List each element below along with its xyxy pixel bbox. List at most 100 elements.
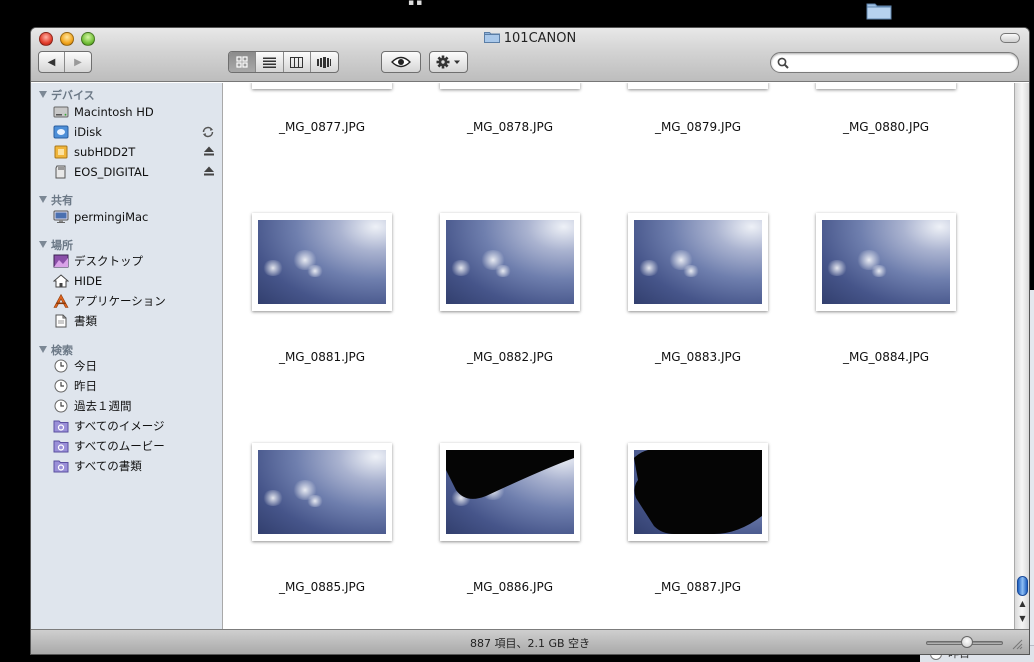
sidebar-item-label: 過去１週間 xyxy=(74,399,132,413)
sidebar-item-label: Macintosh HD xyxy=(74,105,154,119)
photo-sky xyxy=(446,220,574,304)
smart-folder-icon xyxy=(53,438,69,454)
thumbnail-cut[interactable] xyxy=(440,83,580,89)
back-arrow-icon: ◀ xyxy=(47,56,56,68)
column-view-button[interactable] xyxy=(284,52,311,72)
sidebar-item-past-week[interactable]: 過去１週間 xyxy=(53,397,221,415)
scroll-up-arrow-icon[interactable]: ▲ xyxy=(1017,598,1028,610)
sidebar-section-shared[interactable]: 共有 xyxy=(39,192,73,207)
list-view-icon xyxy=(262,57,276,68)
sidebar-item-label: すべてのムービー xyxy=(74,439,165,453)
sidebar-item-permingimac[interactable]: permingiMac xyxy=(53,208,221,226)
icon-view-button[interactable] xyxy=(229,52,257,72)
window-title-text: 101CANON xyxy=(503,31,577,46)
sidebar-item-eos-digital[interactable]: EOS_DIGITAL xyxy=(53,163,221,181)
sidebar: デバイス Macintosh HD iDisk subHDD2T EOS_DIG… xyxy=(31,83,223,629)
file-icon-grid[interactable]: _MG_0877.JPG _MG_0878.JPG _MG_0879.JPG _… xyxy=(224,83,1014,629)
thumbnail[interactable] xyxy=(628,213,768,311)
sidebar-item-subhdd2t[interactable]: subHDD2T xyxy=(53,143,221,161)
status-text: 887 項目、2.1 GB 空き xyxy=(469,637,591,650)
disclosure-triangle-icon xyxy=(39,346,47,353)
sidebar-item-all-images[interactable]: すべてのイメージ xyxy=(53,417,221,435)
thumbnail-cut[interactable] xyxy=(628,83,768,89)
imac-icon xyxy=(53,209,69,225)
coverflow-view-button[interactable] xyxy=(311,52,338,72)
thumbnail[interactable] xyxy=(816,213,956,311)
external-drive-icon xyxy=(53,144,69,160)
resize-grip-icon[interactable] xyxy=(1011,638,1023,650)
folder-icon xyxy=(483,32,500,43)
sidebar-item-label: EOS_DIGITAL xyxy=(74,165,149,179)
thumbnail[interactable] xyxy=(440,213,580,311)
home-icon xyxy=(53,273,69,289)
sidebar-section-devices[interactable]: デバイス xyxy=(39,87,95,102)
thumbnail[interactable] xyxy=(252,443,392,541)
sidebar-item-today[interactable]: 今日 xyxy=(53,357,221,375)
sidebar-section-places[interactable]: 場所 xyxy=(39,237,73,252)
back-button[interactable]: ◀ xyxy=(39,52,66,72)
sidebar-item-macintosh-hd[interactable]: Macintosh HD xyxy=(53,103,221,121)
list-view-button[interactable] xyxy=(256,52,284,72)
disclosure-triangle-icon xyxy=(39,91,47,98)
idisk-icon xyxy=(53,124,69,140)
file-name: _MG_0881.JPG xyxy=(278,350,366,364)
sidebar-item-documents[interactable]: 書類 xyxy=(53,312,221,330)
clock-icon xyxy=(53,398,69,414)
coverflow-view-icon xyxy=(317,56,332,68)
thumbnail[interactable] xyxy=(252,213,392,311)
applications-icon xyxy=(53,293,69,309)
smart-folder-icon xyxy=(53,458,69,474)
sidebar-item-label: すべてのイメージ xyxy=(74,419,165,433)
sidebar-item-label: permingiMac xyxy=(74,210,149,224)
sidebar-item-label: iDisk xyxy=(74,125,102,139)
sync-icon[interactable] xyxy=(201,125,215,142)
eject-icon[interactable] xyxy=(203,145,215,160)
thumbnail-cut[interactable] xyxy=(816,83,956,89)
file-name: _MG_0877.JPG xyxy=(278,120,366,134)
photo-sky xyxy=(258,450,386,534)
sidebar-item-label: すべての書類 xyxy=(74,459,142,473)
thumbnail[interactable] xyxy=(628,443,768,541)
sidebar-section-search[interactable]: 検索 xyxy=(39,342,73,357)
search-field[interactable] xyxy=(770,52,1019,73)
search-input[interactable] xyxy=(793,55,1013,71)
documents-icon xyxy=(53,313,69,329)
vertical-scrollbar[interactable]: ▲ ▼ xyxy=(1014,83,1029,629)
sidebar-item-idisk[interactable]: iDisk xyxy=(53,123,221,141)
toolbar-toggle-button[interactable] xyxy=(1000,33,1020,43)
sidebar-item-desktop[interactable]: デスクトップ xyxy=(53,252,221,270)
sidebar-item-label: 今日 xyxy=(74,359,97,373)
sidebar-item-label: アプリケーション xyxy=(74,294,166,308)
clock-icon xyxy=(53,378,69,394)
status-bar: 887 項目、2.1 GB 空き xyxy=(31,629,1029,654)
scroll-down-arrow-icon[interactable]: ▼ xyxy=(1017,613,1028,625)
file-name: _MG_0884.JPG xyxy=(842,350,930,364)
forward-button[interactable]: ▶ xyxy=(65,52,91,72)
icon-size-slider-knob[interactable] xyxy=(961,636,973,648)
eject-icon[interactable] xyxy=(203,165,215,180)
gear-icon xyxy=(436,55,460,69)
thumbnail[interactable] xyxy=(440,443,580,541)
action-menu-button[interactable] xyxy=(429,51,468,73)
disclosure-triangle-icon xyxy=(39,241,47,248)
thumbnail-cut[interactable] xyxy=(252,83,392,89)
sidebar-item-home[interactable]: HIDE xyxy=(53,272,221,290)
sidebar-item-all-documents[interactable]: すべての書類 xyxy=(53,457,221,475)
file-name: _MG_0887.JPG xyxy=(654,580,742,594)
sidebar-item-label: 書類 xyxy=(74,314,97,328)
desktop-menubar-fragment: ▪▪ xyxy=(408,0,425,8)
scrollbar-thumb[interactable] xyxy=(1017,576,1028,596)
sidebar-item-applications[interactable]: アプリケーション xyxy=(53,292,221,310)
view-mode-buttons xyxy=(228,51,339,73)
sidebar-item-all-movies[interactable]: すべてのムービー xyxy=(53,437,221,455)
sd-card-icon xyxy=(53,164,69,180)
titlebar: 101CANON ◀ ▶ xyxy=(31,28,1029,82)
forward-arrow-icon: ▶ xyxy=(74,56,82,68)
sidebar-item-yesterday[interactable]: 昨日 xyxy=(53,377,221,395)
sidebar-item-label: 昨日 xyxy=(74,379,97,393)
file-name: _MG_0880.JPG xyxy=(842,120,930,134)
quick-look-button[interactable] xyxy=(381,51,421,73)
desktop-folder-icon[interactable] xyxy=(866,0,892,20)
photo-sky-obstructed xyxy=(446,450,574,534)
photo-sky-obstructed xyxy=(634,450,762,534)
